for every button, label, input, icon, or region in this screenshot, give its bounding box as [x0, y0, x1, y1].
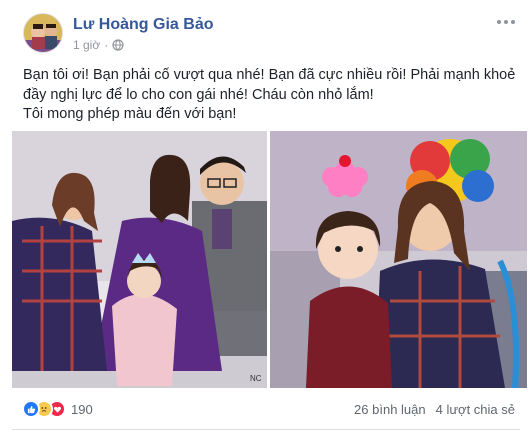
- author-name[interactable]: Lư Hoàng Gia Bảo: [73, 16, 213, 34]
- more-options-button[interactable]: [496, 16, 516, 28]
- more-dot-icon: [511, 20, 515, 24]
- post-meta: 1 giờ ·: [73, 38, 124, 52]
- post-text-line: Bạn tôi ơi! Bạn phải cố vượt qua nhé! Bạ…: [23, 67, 516, 83]
- more-dot-icon: [504, 20, 508, 24]
- facebook-post: Lư Hoàng Gia Bảo 1 giờ · Bạn tôi ơi! Bạn…: [0, 0, 532, 436]
- mother-baby-photo-image: [270, 131, 527, 388]
- reactions-summary[interactable]: 190: [22, 400, 93, 418]
- post-time[interactable]: 1 giờ: [73, 38, 100, 52]
- reaction-count: 190: [71, 401, 93, 417]
- shares-count-link[interactable]: 4 lượt chia sẻ: [436, 402, 515, 417]
- like-icon: [22, 400, 40, 418]
- photo-watermark: NC: [250, 374, 262, 383]
- globe-icon[interactable]: [112, 39, 124, 51]
- post-photo-family[interactable]: NC: [12, 131, 267, 388]
- family-photo-image: NC: [12, 131, 267, 388]
- avatar-image: [24, 14, 62, 52]
- post-text: Bạn tôi ơi! Bạn phải cố vượt qua nhé! Bạ…: [23, 66, 516, 125]
- post-photo-mother-baby[interactable]: [270, 131, 527, 388]
- footer-divider: [12, 429, 520, 430]
- author-avatar[interactable]: [23, 13, 63, 53]
- meta-separator: ·: [104, 38, 109, 52]
- comments-count-link[interactable]: 26 bình luận: [354, 402, 426, 417]
- more-dot-icon: [497, 20, 501, 24]
- post-text-line: đầy nghị lực để lo cho con gái nhé! Cháu…: [23, 86, 374, 103]
- post-text-line: Tôi mong phép màu đến với bạn!: [23, 106, 237, 122]
- post-stats: 26 bình luận 4 lượt chia sẻ: [354, 402, 515, 417]
